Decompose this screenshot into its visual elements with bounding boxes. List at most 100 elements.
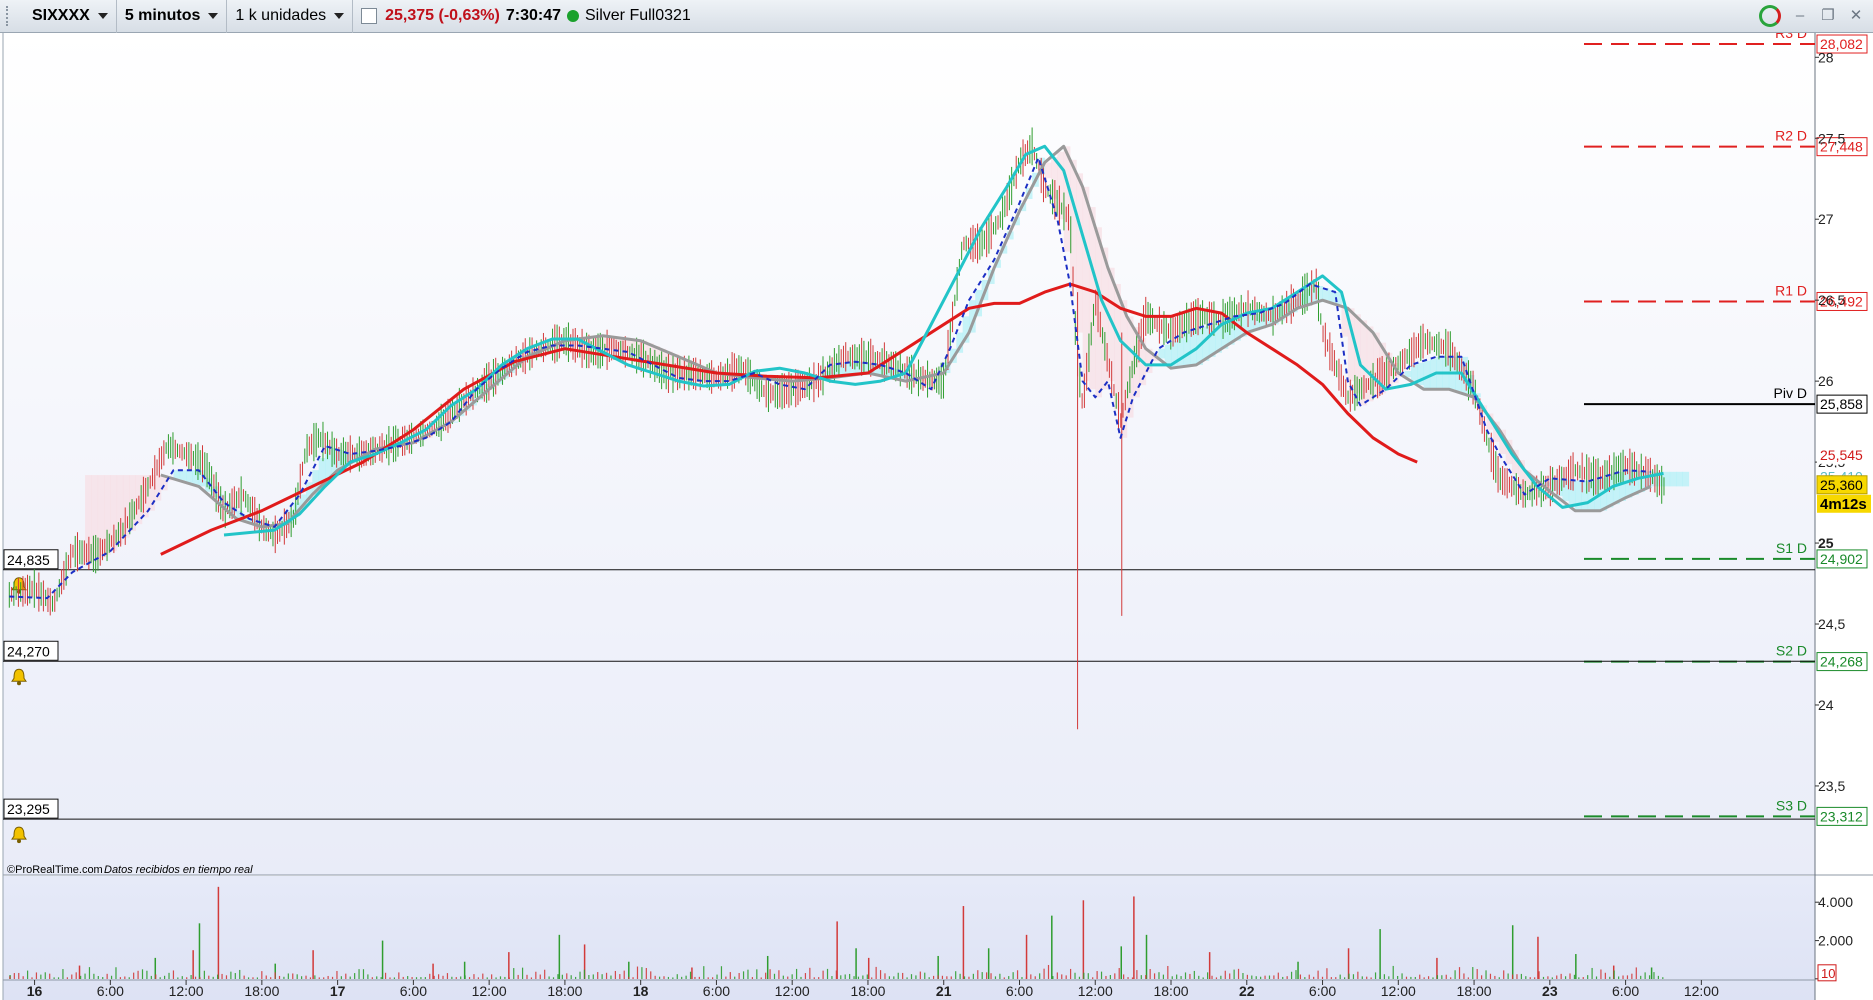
volume-bar [1145,975,1147,979]
pivot-name: S3 D [1776,797,1807,813]
volume-bar [1158,972,1160,979]
volume-bar [1052,976,1054,979]
volume-bar [464,975,466,979]
volume-bar [928,977,930,979]
volume-bar [362,969,365,979]
volume-bar [102,977,104,979]
volume-bar [508,952,510,979]
volume-bar [1472,967,1474,979]
cloud-segment [91,475,99,562]
symbol-selector[interactable]: SIXXXX [24,0,117,33]
volume-bar [941,975,944,979]
volume-bar [893,976,895,979]
volume-bar [420,977,422,979]
volume-bar [1445,974,1447,979]
volume-bar [950,976,952,979]
footer-note: Datos recibidos en tiempo real [104,864,253,876]
cloud-segment [122,475,130,538]
volume-bar [155,974,157,979]
bell-clapper [17,839,21,844]
volume-bar [1525,976,1527,979]
volume-bar [897,972,899,979]
volume-bar [968,976,970,979]
volume-bar [1489,973,1492,979]
volume-bar [548,976,550,979]
volume-bar [1290,971,1293,979]
volume-bar [1458,967,1461,979]
volume-bar [1123,974,1125,979]
volume-bar [486,977,488,979]
price-chart[interactable]: R3 D28,082R2 D27,448R1 D26,492Piv D25,85… [0,33,1873,1000]
volume-bar [460,976,462,979]
volume-bar [871,977,873,979]
volume-bar [1140,975,1142,979]
volume-bar [380,977,382,979]
volume-bar [44,972,46,979]
volume-bar [676,974,678,979]
volume-bar [570,975,572,979]
volume-bar [972,973,974,979]
volume-bar [990,973,992,979]
timeframe-selector[interactable]: 5 minutos [117,0,228,33]
volume-bar [804,973,807,979]
volume-bar [384,972,387,979]
volume-bar [1153,973,1156,979]
volume-bar [623,970,625,979]
chevron-down-icon [334,13,345,19]
volume-bar [601,974,603,979]
volume-bar [256,977,259,979]
volume-bar [826,968,829,979]
volume-bar [446,973,449,979]
price-axis[interactable]: 2827,52726,52625,52524,52423,525,54525,4… [1815,49,1871,794]
volume-bar [959,973,961,979]
volume-bar [336,970,338,979]
close-icon[interactable]: ✕ [1847,7,1865,25]
volume-bar [1432,977,1434,979]
countdown-label: 4m12s [1820,496,1867,513]
units-selector[interactable]: 1 k unidades [227,0,354,33]
volume-bar [1538,971,1540,979]
info-panel-icon[interactable] [361,8,378,24]
volume-bar [442,975,444,979]
volume-bar [1644,972,1646,979]
volume-bar [641,967,643,979]
volume-bar [1171,976,1173,979]
volume-bar [1056,972,1058,979]
volume-bar [1114,973,1116,979]
volume-bar [172,970,175,979]
time-tick-label: 18 [633,983,649,999]
volume-bar [1065,975,1067,979]
volume-bar [133,972,135,979]
volume-bar [1529,977,1531,979]
volume-bar [636,966,639,979]
chevron-down-icon [208,13,219,19]
volume-bar [1366,976,1368,979]
volume-bar [429,973,431,979]
volume-bar [1397,975,1399,979]
volume-bar [198,923,201,979]
volume-bar [703,966,705,979]
volume-bar [1069,968,1072,979]
pivot-value-label: 24,268 [1820,654,1863,670]
restore-icon[interactable]: ❐ [1819,7,1837,25]
volume-bar [513,968,515,979]
volume-bar [689,971,692,979]
volume-bar [1025,934,1028,979]
volume-axis[interactable]: 4.000 2.000 10 [1815,894,1853,982]
sync-icon[interactable] [1759,5,1781,27]
volume-bar [212,976,214,979]
volume-bar [318,977,320,979]
volume-bar [1127,977,1129,979]
toolbar-grip[interactable] [6,6,18,26]
volume-bar [110,975,113,979]
price-tick-label: 27 [1818,211,1834,227]
volume-bar [1120,946,1123,979]
volume-bar [296,974,298,979]
volume-bar [1348,973,1350,979]
volume-bar [177,977,179,979]
minimize-icon[interactable]: – [1791,7,1809,25]
volume-bar [1374,972,1377,979]
cloud-segment [1676,471,1683,487]
time-tick-label: 21 [936,983,952,999]
volume-bar [1507,973,1509,979]
